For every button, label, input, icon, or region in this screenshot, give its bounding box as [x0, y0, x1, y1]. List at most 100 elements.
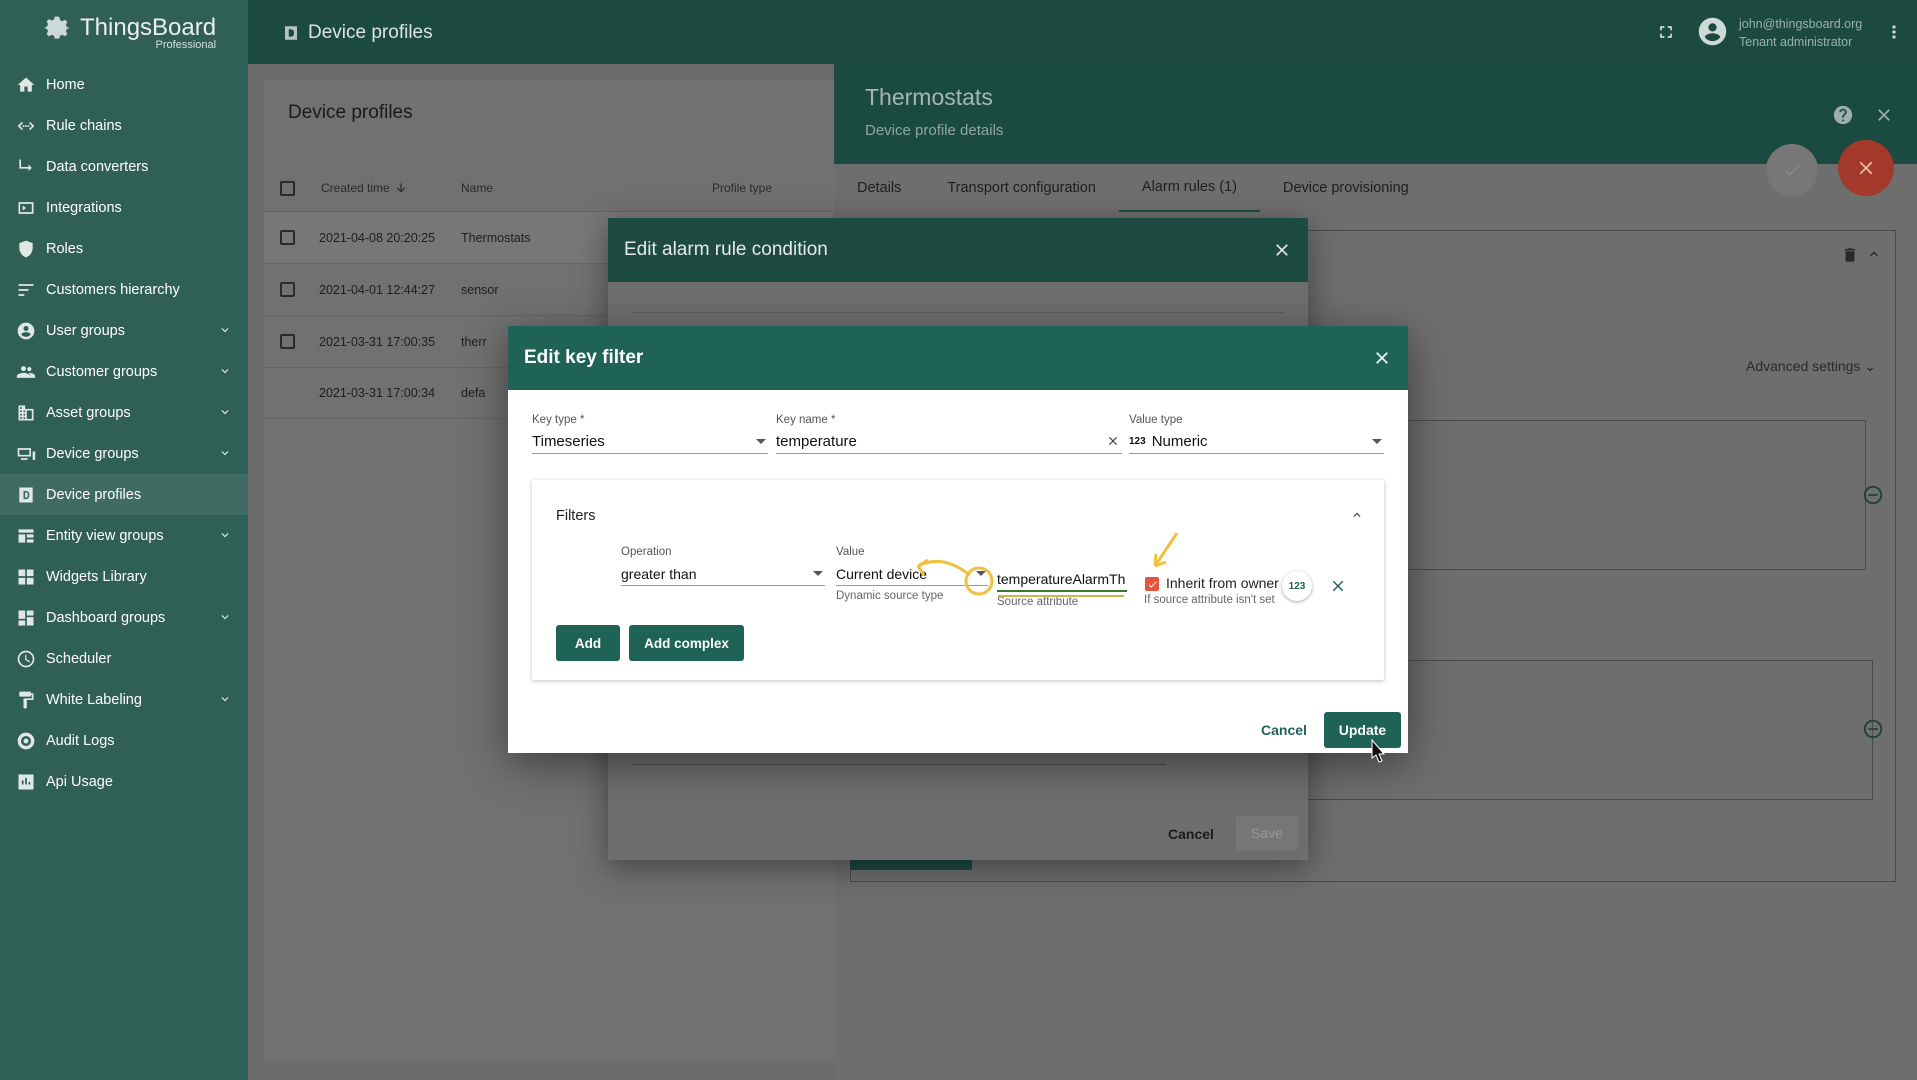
sidebar-item-rule-chains[interactable]: Rule chains — [0, 105, 248, 146]
dynamic-source-select[interactable]: Value Current device Dynamic source type — [836, 546, 988, 602]
fullscreen-icon[interactable] — [1656, 22, 1676, 42]
sidebar-item-customers-hierarchy[interactable]: Customers hierarchy — [0, 269, 248, 310]
delete-icon[interactable] — [1841, 246, 1859, 269]
tab-alarm-rules[interactable]: Alarm rules (1) — [1118, 164, 1260, 212]
inherit-checkbox[interactable] — [1145, 577, 1159, 591]
tab-transport-configuration[interactable]: Transport configuration — [924, 164, 1119, 212]
sidebar-item-widgets-library[interactable]: Widgets Library — [0, 556, 248, 597]
operation-value: greater than — [621, 562, 825, 586]
sidebar-item-audit-logs[interactable]: Audit Logs — [0, 720, 248, 761]
sidebar-item-label: Dashboard groups — [46, 609, 166, 626]
chevron-down-icon — [218, 446, 232, 460]
dropdown-arrow-icon — [813, 571, 823, 576]
row-checkbox[interactable] — [280, 230, 295, 245]
rule-chain-icon — [16, 116, 36, 136]
operation-select[interactable]: Operation greater than — [621, 546, 825, 586]
device-icon — [16, 444, 36, 464]
sidebar-item-entity-view-groups[interactable]: Entity view groups — [0, 515, 248, 556]
save-button[interactable]: Save — [1236, 816, 1298, 850]
source-attribute-input[interactable]: temperatureAlarmTh Source attribute — [997, 564, 1127, 608]
add-complex-filter-button[interactable]: Add complex — [629, 625, 744, 661]
key-name-label: Key name * — [776, 414, 836, 426]
more-vert-icon[interactable] — [1884, 21, 1904, 43]
tab-device-provisioning[interactable]: Device provisioning — [1260, 164, 1432, 212]
details-header: Thermostats Device profile details — [834, 64, 1917, 164]
key-type-value: Timeseries — [532, 430, 768, 454]
select-all-checkbox[interactable] — [280, 180, 295, 196]
cancel-button[interactable]: Cancel — [1261, 722, 1307, 738]
remove-circle-icon[interactable] — [1862, 718, 1884, 745]
operation-label: Operation — [621, 546, 672, 558]
brand-name: ThingsBoard — [80, 13, 217, 41]
avatar[interactable] — [1696, 15, 1729, 48]
chevron-up-icon[interactable] — [1866, 246, 1882, 267]
clock-icon — [16, 649, 36, 669]
sidebar-item-label: Api Usage — [46, 773, 113, 790]
value-type-select[interactable]: Value type 123 Numeric — [1129, 414, 1384, 454]
dashboard-icon — [16, 608, 36, 628]
chevron-down-icon — [218, 323, 232, 337]
key-type-label: Key type * — [532, 414, 585, 426]
chevron-up-icon[interactable] — [1350, 508, 1364, 518]
user-icon — [16, 321, 36, 341]
brand-logo[interactable]: ThingsBoard Professional — [0, 0, 248, 64]
row-checkbox[interactable] — [280, 334, 295, 349]
dialog-title: Edit key filter — [524, 347, 644, 368]
user-email: john@thingsboard.org — [1739, 17, 1863, 31]
sidebar-item-api-usage[interactable]: Api Usage — [0, 761, 248, 802]
sidebar-item-device-groups[interactable]: Device groups — [0, 433, 248, 474]
shield-icon — [16, 239, 36, 259]
remove-circle-icon[interactable] — [1862, 484, 1884, 511]
sidebar-item-label: Customers hierarchy — [46, 281, 180, 298]
check-icon — [1148, 581, 1157, 588]
remove-filter-icon[interactable] — [1329, 577, 1347, 595]
column-created-time[interactable]: Created time — [321, 181, 408, 195]
close-icon[interactable] — [1272, 240, 1292, 260]
chevron-down-icon — [218, 610, 232, 624]
help-icon[interactable] — [1832, 104, 1854, 126]
add-filter-button[interactable]: Add — [556, 625, 620, 661]
sidebar-item-user-groups[interactable]: User groups — [0, 310, 248, 351]
chevron-down-icon — [218, 405, 232, 419]
dynamic-source-text: Current device — [836, 565, 928, 582]
entity-view-icon — [16, 526, 36, 546]
sidebar-item-asset-groups[interactable]: Asset groups — [0, 392, 248, 433]
cell-created: 2021-03-31 17:00:35 — [319, 334, 436, 349]
sidebar-item-label: Audit Logs — [46, 732, 115, 749]
sidebar-item-roles[interactable]: Roles — [0, 228, 248, 269]
sidebar-item-data-converters[interactable]: Data converters — [0, 146, 248, 187]
sidebar-item-home[interactable]: Home — [0, 64, 248, 105]
clear-icon[interactable] — [1106, 434, 1120, 448]
close-icon[interactable] — [1874, 105, 1894, 125]
key-name-input[interactable]: Key name * temperature — [776, 414, 1122, 454]
column-profile-type[interactable]: Profile type — [712, 181, 772, 195]
filters-panel: Filters Operation greater than Value Cur… — [532, 480, 1384, 680]
operation-text: greater than — [621, 565, 697, 582]
numeric-type-button[interactable]: 123 — [1282, 571, 1312, 601]
filters-title: Filters — [556, 508, 596, 524]
key-type-select[interactable]: Key type * Timeseries — [532, 414, 768, 454]
user-info[interactable]: john@thingsboard.org Tenant administrato… — [1739, 15, 1862, 51]
sidebar-item-customer-groups[interactable]: Customer groups — [0, 351, 248, 392]
update-button[interactable]: Update — [1324, 712, 1401, 748]
close-icon[interactable] — [1372, 348, 1392, 368]
tab-details[interactable]: Details — [834, 164, 924, 212]
row-checkbox[interactable] — [280, 282, 295, 297]
dialog-section-edge — [632, 312, 1284, 322]
column-name[interactable]: Name — [461, 181, 493, 195]
sidebar-item-label: Integrations — [46, 199, 122, 216]
sidebar-item-scheduler[interactable]: Scheduler — [0, 638, 248, 679]
widgets-icon — [16, 567, 36, 587]
advanced-settings-toggle[interactable]: Advanced settings ⌄ — [1746, 358, 1876, 375]
column-label: Created time — [321, 181, 390, 195]
cancel-button[interactable]: Cancel — [1168, 826, 1214, 842]
asset-icon — [16, 403, 36, 423]
chevron-down-icon — [218, 364, 232, 378]
sidebar-item-integrations[interactable]: Integrations — [0, 187, 248, 228]
cell-created: 2021-04-01 12:44:27 — [319, 282, 436, 297]
sidebar-item-device-profiles[interactable]: Device profiles — [0, 474, 248, 515]
sidebar-item-dashboard-groups[interactable]: Dashboard groups — [0, 597, 248, 638]
cell-name: defa — [461, 386, 486, 400]
sidebar-item-white-labeling[interactable]: White Labeling — [0, 679, 248, 720]
dropdown-arrow-icon — [756, 439, 766, 444]
